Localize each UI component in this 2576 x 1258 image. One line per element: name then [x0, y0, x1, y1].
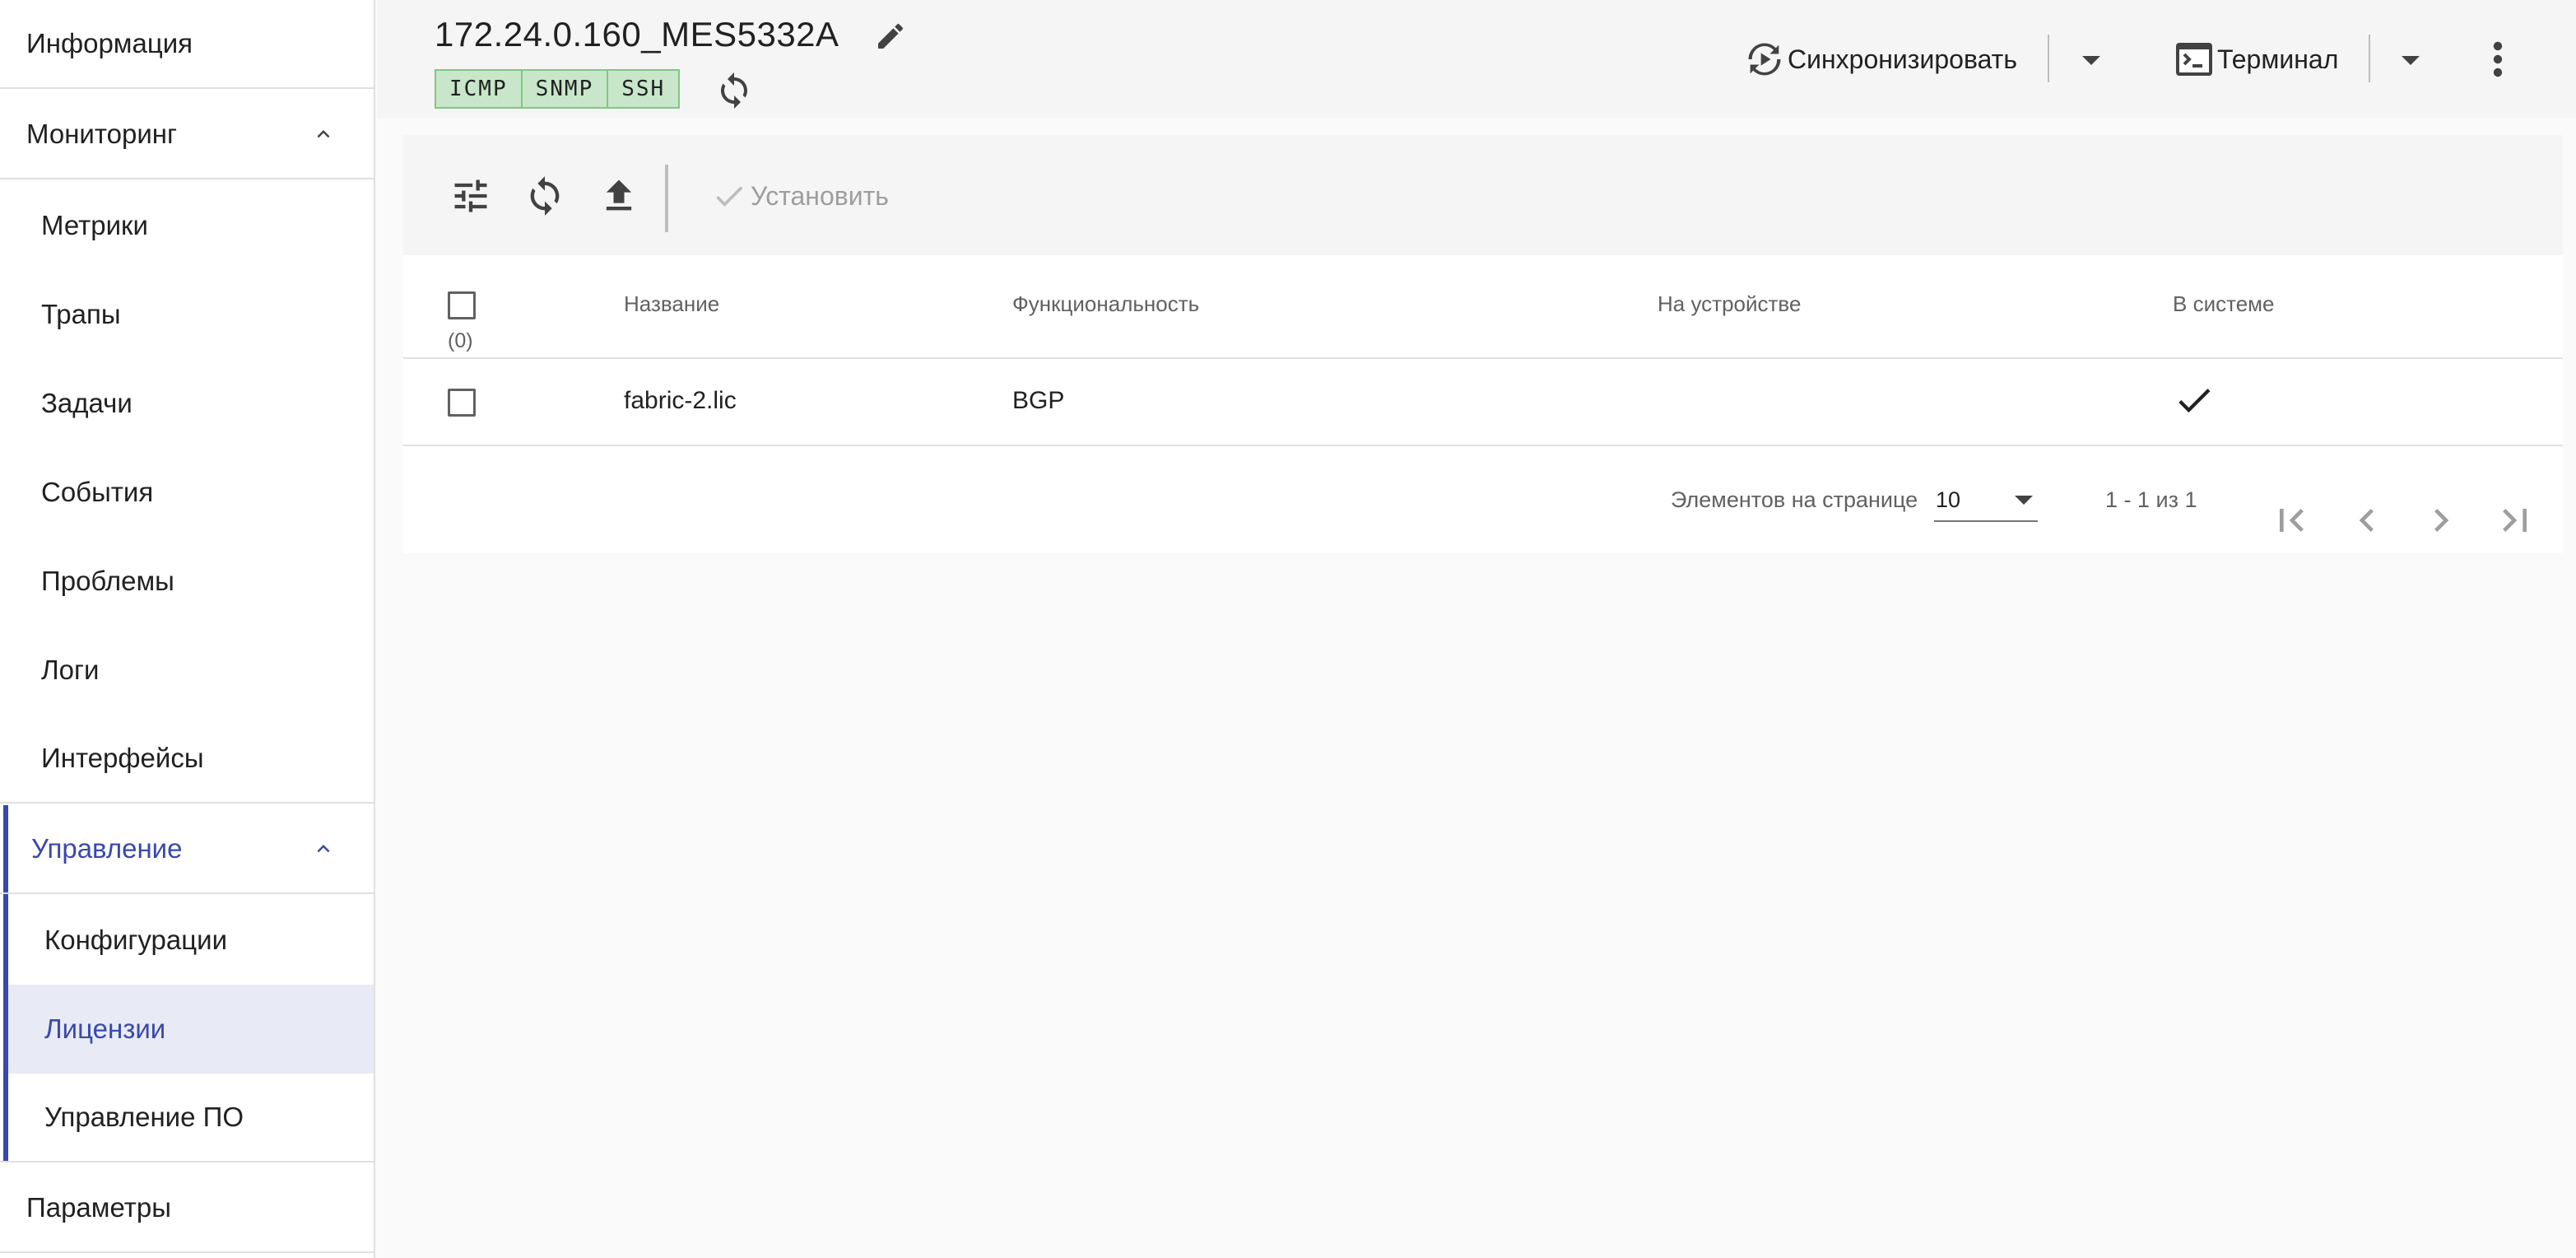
sidebar-item-params[interactable]: Параметры	[0, 1164, 374, 1253]
sidebar-item-label: Мониторинг	[26, 119, 178, 149]
device-header: 172.24.0.160_MES5332A ICMP SNMP SSH Синх…	[377, 0, 2576, 119]
sidebar-item-label: Интерфейсы	[41, 743, 204, 773]
cell-name: fabric-2.lic	[624, 387, 737, 414]
select-all-checkbox[interactable]	[448, 291, 476, 319]
first-page-icon[interactable]	[2268, 497, 2314, 543]
sidebar-item-label: Задачи	[41, 388, 133, 418]
status-badge-ssh: SSH	[608, 69, 681, 109]
sidebar-item-label: Проблемы	[41, 566, 174, 596]
sidebar-item-label: Управление	[31, 833, 183, 864]
sidebar-item-logs[interactable]: Логи	[0, 626, 374, 715]
sidebar-item-software[interactable]: Управление ПО	[0, 1074, 374, 1162]
selected-count: (0)	[448, 329, 473, 352]
sidebar-item-label: Информация	[26, 28, 193, 58]
divider	[2369, 35, 2370, 82]
sidebar-group-monitoring[interactable]: Мониторинг	[0, 91, 374, 179]
check-icon	[2178, 389, 2211, 413]
sync-play-icon	[1748, 43, 1781, 76]
protocol-badges: ICMP SNMP SSH	[435, 69, 681, 109]
filter-settings-icon[interactable]	[449, 175, 492, 217]
sidebar-item-label: События	[41, 477, 154, 507]
prev-page-icon[interactable]	[2344, 497, 2390, 543]
licenses-panel: Установить (0) Название Функциональность…	[403, 135, 2563, 553]
column-header-on-device[interactable]: На устройстве	[1658, 291, 1801, 317]
sidebar-item-events[interactable]: События	[0, 448, 374, 537]
last-page-icon[interactable]	[2492, 497, 2538, 543]
column-header-name[interactable]: Название	[624, 291, 719, 317]
sidebar-item-info[interactable]: Информация	[0, 0, 374, 89]
upload-icon[interactable]	[598, 175, 640, 217]
sync-button[interactable]: Синхронизировать	[1743, 33, 2017, 86]
sidebar-item-interfaces[interactable]: Интерфейсы	[0, 715, 374, 804]
divider	[2048, 35, 2049, 82]
terminal-label: Терминал	[2217, 44, 2339, 74]
status-badge-icmp: ICMP	[435, 69, 523, 109]
sidebar-item-tasks[interactable]: Задачи	[0, 359, 374, 448]
sidebar: Информация Мониторинг Метрики Трапы Зада…	[0, 0, 375, 1258]
install-button[interactable]: Установить	[711, 175, 889, 217]
status-badge-snmp: SNMP	[522, 69, 609, 109]
sidebar-item-licenses[interactable]: Лицензии	[8, 985, 374, 1074]
sidebar-group-management[interactable]: Управление	[0, 805, 374, 894]
next-page-icon[interactable]	[2418, 497, 2464, 543]
sidebar-item-label: Параметры	[26, 1192, 171, 1223]
sidebar-item-label: Метрики	[41, 210, 148, 240]
refresh-icon[interactable]	[523, 175, 566, 217]
install-label: Установить	[751, 180, 889, 211]
check-icon	[716, 186, 743, 207]
sidebar-item-label: Логи	[41, 655, 100, 685]
per-page-label: Элементов на странице	[1671, 487, 1918, 512]
sidebar-item-configurations[interactable]: Конфигурации	[0, 896, 374, 985]
sidebar-item-traps[interactable]: Трапы	[0, 270, 374, 359]
terminal-button[interactable]: Терминал	[2174, 33, 2338, 86]
sidebar-item-metrics[interactable]: Метрики	[0, 181, 374, 270]
sync-dropdown-caret-icon[interactable]	[2082, 56, 2100, 65]
sidebar-item-problems[interactable]: Проблемы	[0, 537, 374, 626]
select-underline	[1934, 520, 2038, 522]
refresh-icon[interactable]	[714, 71, 754, 110]
page-range: 1 - 1 из 1	[2105, 487, 2197, 512]
column-header-feature[interactable]: Функциональность	[1012, 291, 1199, 317]
chevron-up-icon	[317, 845, 330, 853]
more-vert-icon[interactable]	[2492, 40, 2504, 79]
sidebar-item-label: Конфигурации	[44, 925, 228, 955]
pencil-icon[interactable]	[874, 20, 907, 53]
sidebar-item-label: Лицензии	[44, 1013, 166, 1044]
column-header-in-system[interactable]: В системе	[2173, 291, 2275, 317]
terminal-icon	[2176, 43, 2212, 76]
sidebar-item-label: Управление ПО	[44, 1102, 244, 1132]
sync-label: Синхронизировать	[1788, 44, 2017, 74]
sidebar-item-label: Трапы	[41, 299, 121, 329]
divider	[665, 165, 668, 232]
divider	[403, 445, 2563, 446]
page-title: 172.24.0.160_MES5332A	[435, 15, 839, 54]
cell-feature: BGP	[1012, 387, 1065, 414]
terminal-dropdown-caret-icon[interactable]	[2402, 56, 2420, 65]
chevron-down-icon[interactable]	[2015, 496, 2033, 505]
row-checkbox[interactable]	[448, 389, 476, 417]
divider	[403, 357, 2563, 359]
toolbar: Установить	[403, 135, 2563, 255]
per-page-select[interactable]: 10	[1936, 487, 1960, 513]
chevron-up-icon	[317, 130, 330, 138]
